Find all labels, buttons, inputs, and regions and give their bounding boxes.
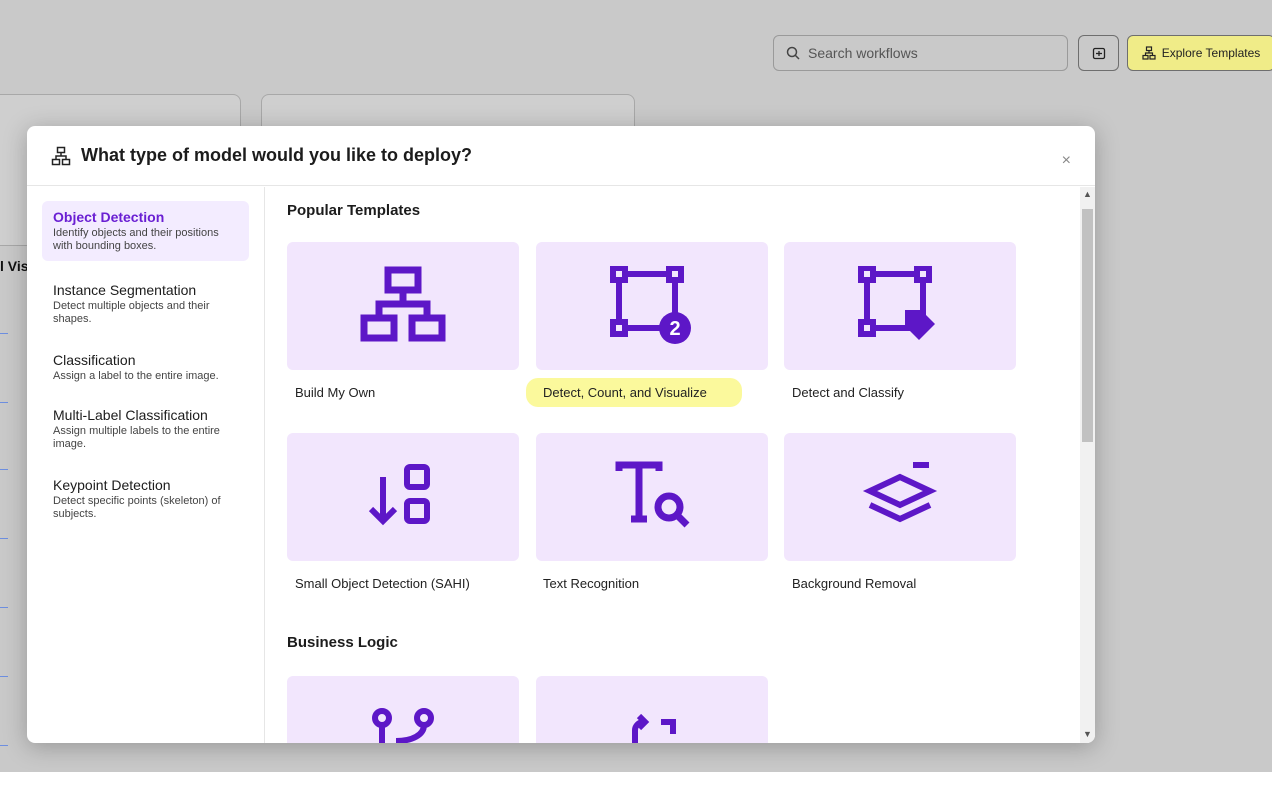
scrollbar-thumb[interactable] [1082,209,1093,442]
template-card-text-recognition[interactable] [536,433,768,561]
bg-line [0,402,8,403]
template-card-detect-classify[interactable] [784,242,1016,370]
bounding-box-count-icon: 2 [610,266,691,344]
template-label: Build My Own [295,385,376,400]
modal-title: What type of model would you like to dep… [81,145,473,165]
sidebar-item-desc: Assign multiple labels to the entire ima… [53,425,220,450]
text-search-icon [615,461,690,528]
explore-templates-button[interactable]: Explore Templates [1127,35,1272,71]
bounding-box-tag-icon [858,266,935,340]
template-card-build-my-own[interactable] [287,242,519,370]
template-label: Detect and Classify [792,385,904,400]
deploy-model-modal: What type of model would you like to dep… [27,126,1095,743]
bg-line [0,469,8,470]
template-card-sahi[interactable] [287,433,519,561]
model-type-sidebar: Object Detection Identify objects and th… [27,187,265,743]
sidebar-item-instance-segmentation[interactable]: Instance Segmentation Detect multiple ob… [42,274,249,334]
sidebar-item-multi-label-classification[interactable]: Multi-Label Classification Assign multip… [42,399,249,459]
sidebar-item-title: Multi-Label Classification [53,407,208,423]
bottom-strip [0,772,1272,785]
layers-minus-icon [862,462,938,523]
network-icon [1142,46,1156,60]
templates-content: Popular Templates Build My Own 2 Detect,… [264,187,1080,743]
arrow-down-squares-icon [368,464,430,526]
template-label: Background Removal [792,576,917,591]
bg-line [0,676,8,677]
explore-templates-label: Explore Templates [1161,46,1261,60]
background-card-title: l Vis [0,258,29,274]
close-icon[interactable]: × [1062,152,1071,170]
template-label: Detect, Count, and Visualize [543,385,707,400]
bg-line [0,745,8,746]
template-card-detect-count-visualize[interactable]: 2 [536,242,768,370]
import-icon [1092,47,1105,60]
import-button[interactable] [1078,35,1119,71]
svg-text:2: 2 [669,318,680,340]
sidebar-item-desc: Assign a label to the entire image. [53,370,219,382]
sidebar-item-classification[interactable]: Classification Assign a label to the ent… [42,344,249,391]
network-icon [51,146,71,165]
refresh-icon [632,714,676,743]
template-label: Small Object Detection (SAHI) [295,576,470,591]
section-heading-business: Business Logic [287,634,398,651]
bg-line [0,538,8,539]
template-card-refresh[interactable] [536,676,768,743]
sidebar-item-object-detection[interactable]: Object Detection Identify objects and th… [42,201,249,261]
sidebar-item-desc: Detect multiple objects and their shapes… [53,300,210,325]
sidebar-item-title: Keypoint Detection [53,477,171,493]
search-icon [786,46,800,60]
search-input[interactable]: Search workflows [773,35,1068,71]
modal-header: What type of model would you like to dep… [27,126,1095,186]
network-icon [360,266,446,342]
sidebar-item-title: Object Detection [53,209,165,225]
branch-icon [372,708,434,743]
sidebar-item-title: Instance Segmentation [53,282,197,298]
sidebar-item-title: Classification [53,352,136,368]
bg-line [0,607,8,608]
sidebar-item-keypoint-detection[interactable]: Keypoint Detection Detect specific point… [42,469,249,529]
template-label: Text Recognition [543,576,640,591]
scroll-down-icon[interactable]: ▼ [1083,729,1092,739]
bg-line [0,333,8,334]
template-card-branch[interactable] [287,676,519,743]
content-scrollbar[interactable]: ▲ ▼ [1080,187,1095,743]
template-card-background-removal[interactable] [784,433,1016,561]
sidebar-item-desc: Identify objects and their positions wit… [53,227,219,252]
scroll-up-icon[interactable]: ▲ [1083,189,1092,199]
sidebar-item-desc: Detect specific points (skeleton) of sub… [53,495,221,520]
search-placeholder: Search workflows [808,45,918,61]
section-heading-popular: Popular Templates [287,202,421,219]
